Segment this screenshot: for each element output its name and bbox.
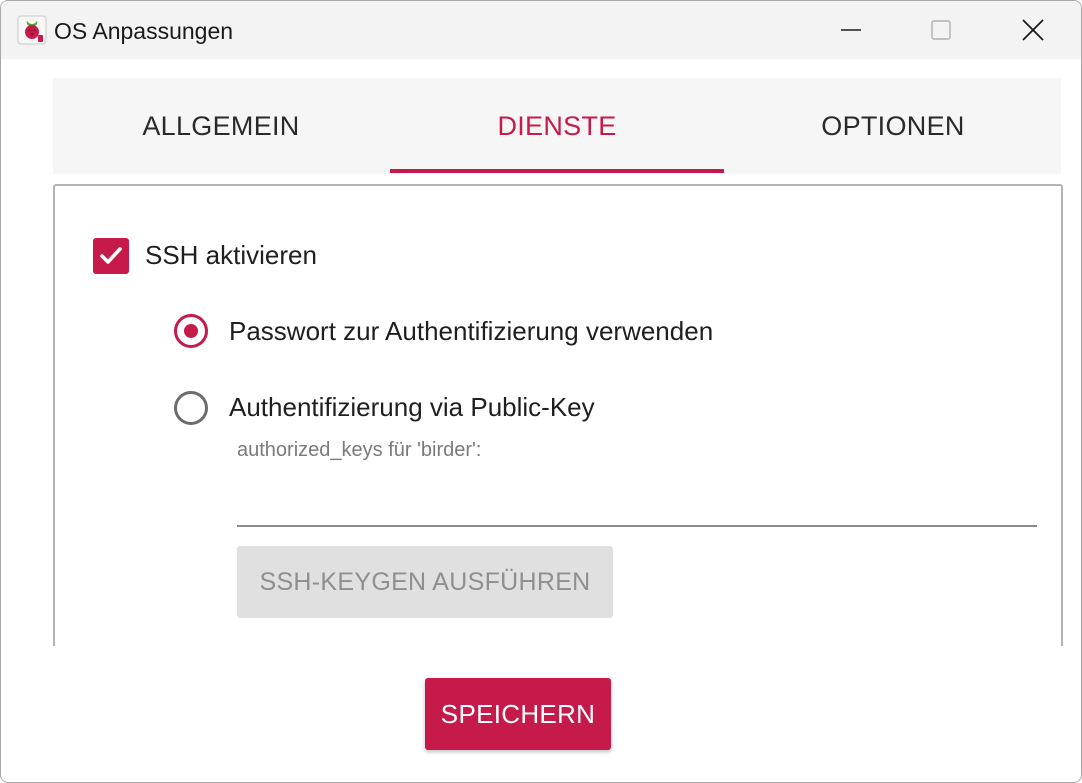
public-key-auth-label[interactable]: Authentifizierung via Public-Key — [229, 392, 595, 423]
maximize-icon — [931, 20, 951, 40]
close-icon — [1022, 19, 1044, 41]
window-title: OS Anpassungen — [54, 18, 234, 44]
authorized-keys-input[interactable] — [237, 471, 1037, 527]
os-customization-window: OS Anpassungen ALLGEMEIN DIENSTE OPTIONE… — [0, 0, 1082, 783]
maximize-button[interactable] — [895, 1, 987, 59]
tab-optionen[interactable]: OPTIONEN — [725, 78, 1061, 174]
ssh-enable-checkbox[interactable] — [93, 238, 129, 274]
public-key-auth-radio[interactable] — [174, 391, 208, 425]
panel-divider — [1, 646, 1081, 676]
tab-dienste[interactable]: DIENSTE — [389, 78, 725, 174]
minimize-button[interactable] — [805, 1, 897, 59]
title-bar[interactable]: OS Anpassungen — [1, 1, 1081, 59]
save-button[interactable]: SPEICHERN — [425, 678, 611, 750]
tab-bar: ALLGEMEIN DIENSTE OPTIONEN — [53, 78, 1061, 174]
password-auth-radio[interactable] — [174, 314, 208, 348]
active-tab-indicator — [390, 169, 724, 173]
checkmark-icon — [100, 247, 122, 264]
raspberry-pi-icon — [17, 15, 47, 45]
close-button[interactable] — [987, 1, 1079, 59]
run-ssh-keygen-button: SSH-KEYGEN AUSFÜHREN — [237, 546, 613, 618]
ssh-enable-label[interactable]: SSH aktivieren — [145, 240, 317, 271]
password-auth-label[interactable]: Passwort zur Authentifizierung verwenden — [229, 316, 713, 347]
authorized-keys-label: authorized_keys für 'birder': — [237, 439, 482, 461]
minimize-icon — [841, 29, 861, 31]
tab-allgemein[interactable]: ALLGEMEIN — [53, 78, 389, 174]
radio-selected-dot — [184, 324, 198, 338]
